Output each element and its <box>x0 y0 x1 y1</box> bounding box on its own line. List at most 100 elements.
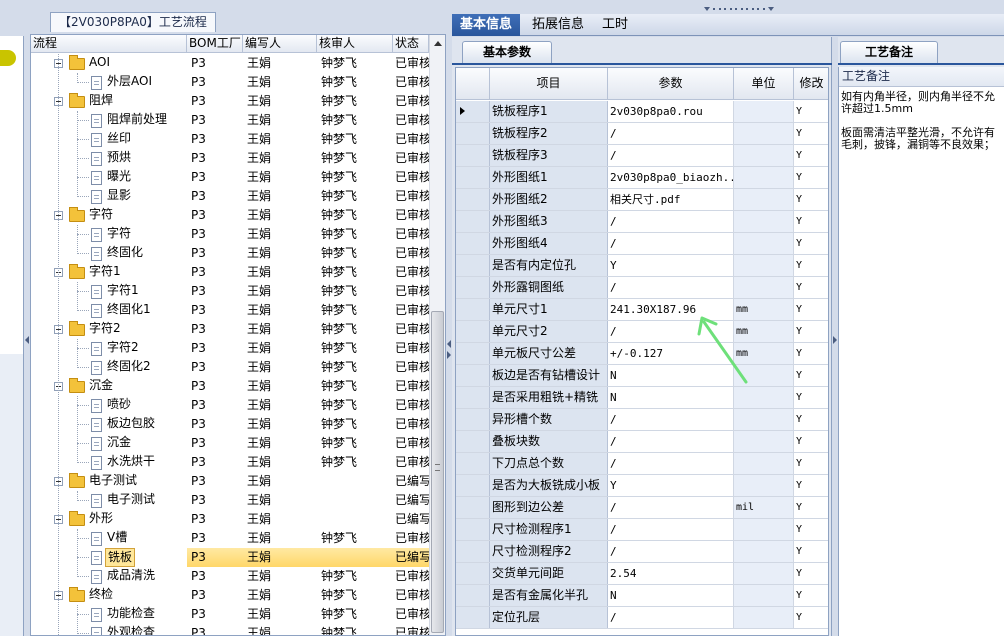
param-value-cell[interactable]: Y <box>608 475 734 496</box>
tree-row[interactable]: 字符1 P3 王娟 钟梦飞 已审核 <box>31 282 429 301</box>
param-unit-cell[interactable] <box>734 277 794 298</box>
param-modify-cell[interactable]: Y <box>794 607 828 628</box>
param-value-cell[interactable]: Y <box>608 255 734 276</box>
tree-row[interactable]: 终固化 P3 王娟 钟梦飞 已审核 <box>31 244 429 263</box>
param-row[interactable]: 铣板程序3/ Y <box>456 145 828 167</box>
tree-node[interactable]: 预烘 <box>31 149 187 168</box>
param-row[interactable]: 外形图纸1 2v030p8pa0_biaozh... Y <box>456 167 828 189</box>
param-modify-cell[interactable]: Y <box>794 541 828 562</box>
param-row[interactable]: 外形露铜图纸 / Y <box>456 277 828 299</box>
row-selector[interactable] <box>456 299 490 320</box>
tree-node[interactable]: 字符2 <box>31 320 187 339</box>
tree-node[interactable]: 字符 <box>31 225 187 244</box>
param-value-cell[interactable]: / <box>608 211 734 232</box>
param-row[interactable]: 交货单元间距 2.54 Y <box>456 563 828 585</box>
param-modify-cell[interactable]: Y <box>794 189 828 210</box>
tree-node[interactable]: 铣板 <box>31 548 187 567</box>
param-unit-cell[interactable] <box>734 189 794 210</box>
param-value-cell[interactable]: +/-0.127 <box>608 343 734 364</box>
tree-row[interactable]: 沉金 P3 王娟 钟梦飞 已审核 <box>31 377 429 396</box>
tree-row[interactable]: 终固化1 P3 王娟 钟梦飞 已审核 <box>31 301 429 320</box>
tree-row[interactable]: 喷砂 P3 王娟 钟梦飞 已审核 <box>31 396 429 415</box>
param-modify-cell[interactable]: Y <box>794 145 828 166</box>
notes-text[interactable]: 如有内角半径，则内角半径不允 许超过1.5mm 板面需清洁平整光滑，不允许有 毛… <box>841 91 1004 151</box>
row-selector[interactable] <box>456 453 490 474</box>
param-modify-cell[interactable]: Y <box>794 497 828 518</box>
param-row[interactable]: 异形槽个数 / Y <box>456 409 828 431</box>
param-value-cell[interactable]: / <box>608 145 734 166</box>
row-selector[interactable] <box>456 145 490 166</box>
param-unit-cell[interactable]: mm <box>734 321 794 342</box>
tree-node[interactable]: 字符1 <box>31 282 187 301</box>
tree-scrollbar[interactable] <box>429 35 445 635</box>
tree-node[interactable]: AOI <box>31 54 187 73</box>
row-selector[interactable] <box>456 233 490 254</box>
param-value-cell[interactable]: 2.54 <box>608 563 734 584</box>
tree-node[interactable]: 沉金 <box>31 434 187 453</box>
param-unit-cell[interactable] <box>734 519 794 540</box>
col-header-modify[interactable]: 修改 <box>794 68 828 99</box>
col-header-value[interactable]: 参数 <box>608 68 734 99</box>
param-row[interactable]: 图形到边公差 / mil Y <box>456 497 828 519</box>
param-unit-cell[interactable] <box>734 409 794 430</box>
tree-node[interactable]: 显影 <box>31 187 187 206</box>
tab-extended-info[interactable]: 拓展信息 <box>524 14 592 36</box>
param-unit-cell[interactable] <box>734 431 794 452</box>
param-row[interactable]: 尺寸检测程序2/ Y <box>456 541 828 563</box>
row-selector[interactable] <box>456 387 490 408</box>
param-unit-cell[interactable]: mm <box>734 299 794 320</box>
param-modify-cell[interactable]: Y <box>794 233 828 254</box>
param-unit-cell[interactable] <box>734 607 794 628</box>
param-unit-cell[interactable] <box>734 585 794 606</box>
tree-row[interactable]: V槽 P3 王娟 钟梦飞 已审核 <box>31 529 429 548</box>
param-row[interactable]: 板边是否有钻槽设计 N Y <box>456 365 828 387</box>
tree-row[interactable]: 显影 P3 王娟 钟梦飞 已审核 <box>31 187 429 206</box>
param-modify-cell[interactable]: Y <box>794 387 828 408</box>
row-selector[interactable] <box>456 123 490 144</box>
param-modify-cell[interactable]: Y <box>794 167 828 188</box>
tree-row[interactable]: 字符2 P3 王娟 钟梦飞 已审核 <box>31 339 429 358</box>
tree-node[interactable]: 曝光 <box>31 168 187 187</box>
col-header-item[interactable]: 项目 <box>490 68 608 99</box>
tree-node[interactable]: 字符1 <box>31 263 187 282</box>
tree-node[interactable]: 沉金 <box>31 377 187 396</box>
tree-node[interactable]: 终检 <box>31 586 187 605</box>
param-value-cell[interactable]: / <box>608 409 734 430</box>
param-value-cell[interactable]: / <box>608 453 734 474</box>
tree-node[interactable]: 字符 <box>31 206 187 225</box>
param-unit-cell[interactable] <box>734 453 794 474</box>
row-selector[interactable] <box>456 211 490 232</box>
tree-row[interactable]: 铣板 P3 王娟 已编写 <box>31 548 429 567</box>
param-row[interactable]: 外形图纸3/ Y <box>456 211 828 233</box>
param-value-cell[interactable]: 2v030p8pa0_biaozh... <box>608 167 734 188</box>
row-selector[interactable] <box>456 541 490 562</box>
tree-row[interactable]: 预烘 P3 王娟 钟梦飞 已审核 <box>31 149 429 168</box>
tree-node[interactable]: 成品清洗 <box>31 567 187 586</box>
tree-node[interactable]: 阻焊 <box>31 92 187 111</box>
splitter-grip-top[interactable] <box>704 6 774 12</box>
tab-basic-info[interactable]: 基本信息 <box>452 14 521 36</box>
tree-row[interactable]: 板边包胶 P3 王娟 钟梦飞 已审核 <box>31 415 429 434</box>
tree-node[interactable]: 终固化2 <box>31 358 187 377</box>
tree-row[interactable]: 阻焊 P3 王娟 钟梦飞 已审核 <box>31 92 429 111</box>
tree-row[interactable]: 外观检查 P3 王娟 钟梦飞 已审核 <box>31 624 429 635</box>
col-header-unit[interactable]: 单位 <box>734 68 794 99</box>
param-row[interactable]: 下刀点总个数 / Y <box>456 453 828 475</box>
tree-node[interactable]: 外形 <box>31 510 187 529</box>
param-value-cell[interactable]: / <box>608 519 734 540</box>
param-unit-cell[interactable] <box>734 233 794 254</box>
col-header-status[interactable]: 状态 <box>393 35 429 52</box>
param-value-cell[interactable]: / <box>608 497 734 518</box>
param-modify-cell[interactable]: Y <box>794 321 828 342</box>
param-value-cell[interactable]: N <box>608 585 734 606</box>
param-value-cell[interactable]: / <box>608 541 734 562</box>
tree-row[interactable]: 丝印 P3 王娟 钟梦飞 已审核 <box>31 130 429 149</box>
tree-row[interactable]: 电子测试 P3 王娟 已编写 <box>31 491 429 510</box>
tree-row[interactable]: 电子测试 P3 王娟 已编写 <box>31 472 429 491</box>
scrollbar-thumb[interactable] <box>431 311 444 633</box>
param-unit-cell[interactable] <box>734 211 794 232</box>
tree-row[interactable]: 终检 P3 王娟 钟梦飞 已审核 <box>31 586 429 605</box>
tree-node[interactable]: 板边包胶 <box>31 415 187 434</box>
tree-row[interactable]: 字符1 P3 王娟 钟梦飞 已审核 <box>31 263 429 282</box>
param-value-cell[interactable]: / <box>608 233 734 254</box>
